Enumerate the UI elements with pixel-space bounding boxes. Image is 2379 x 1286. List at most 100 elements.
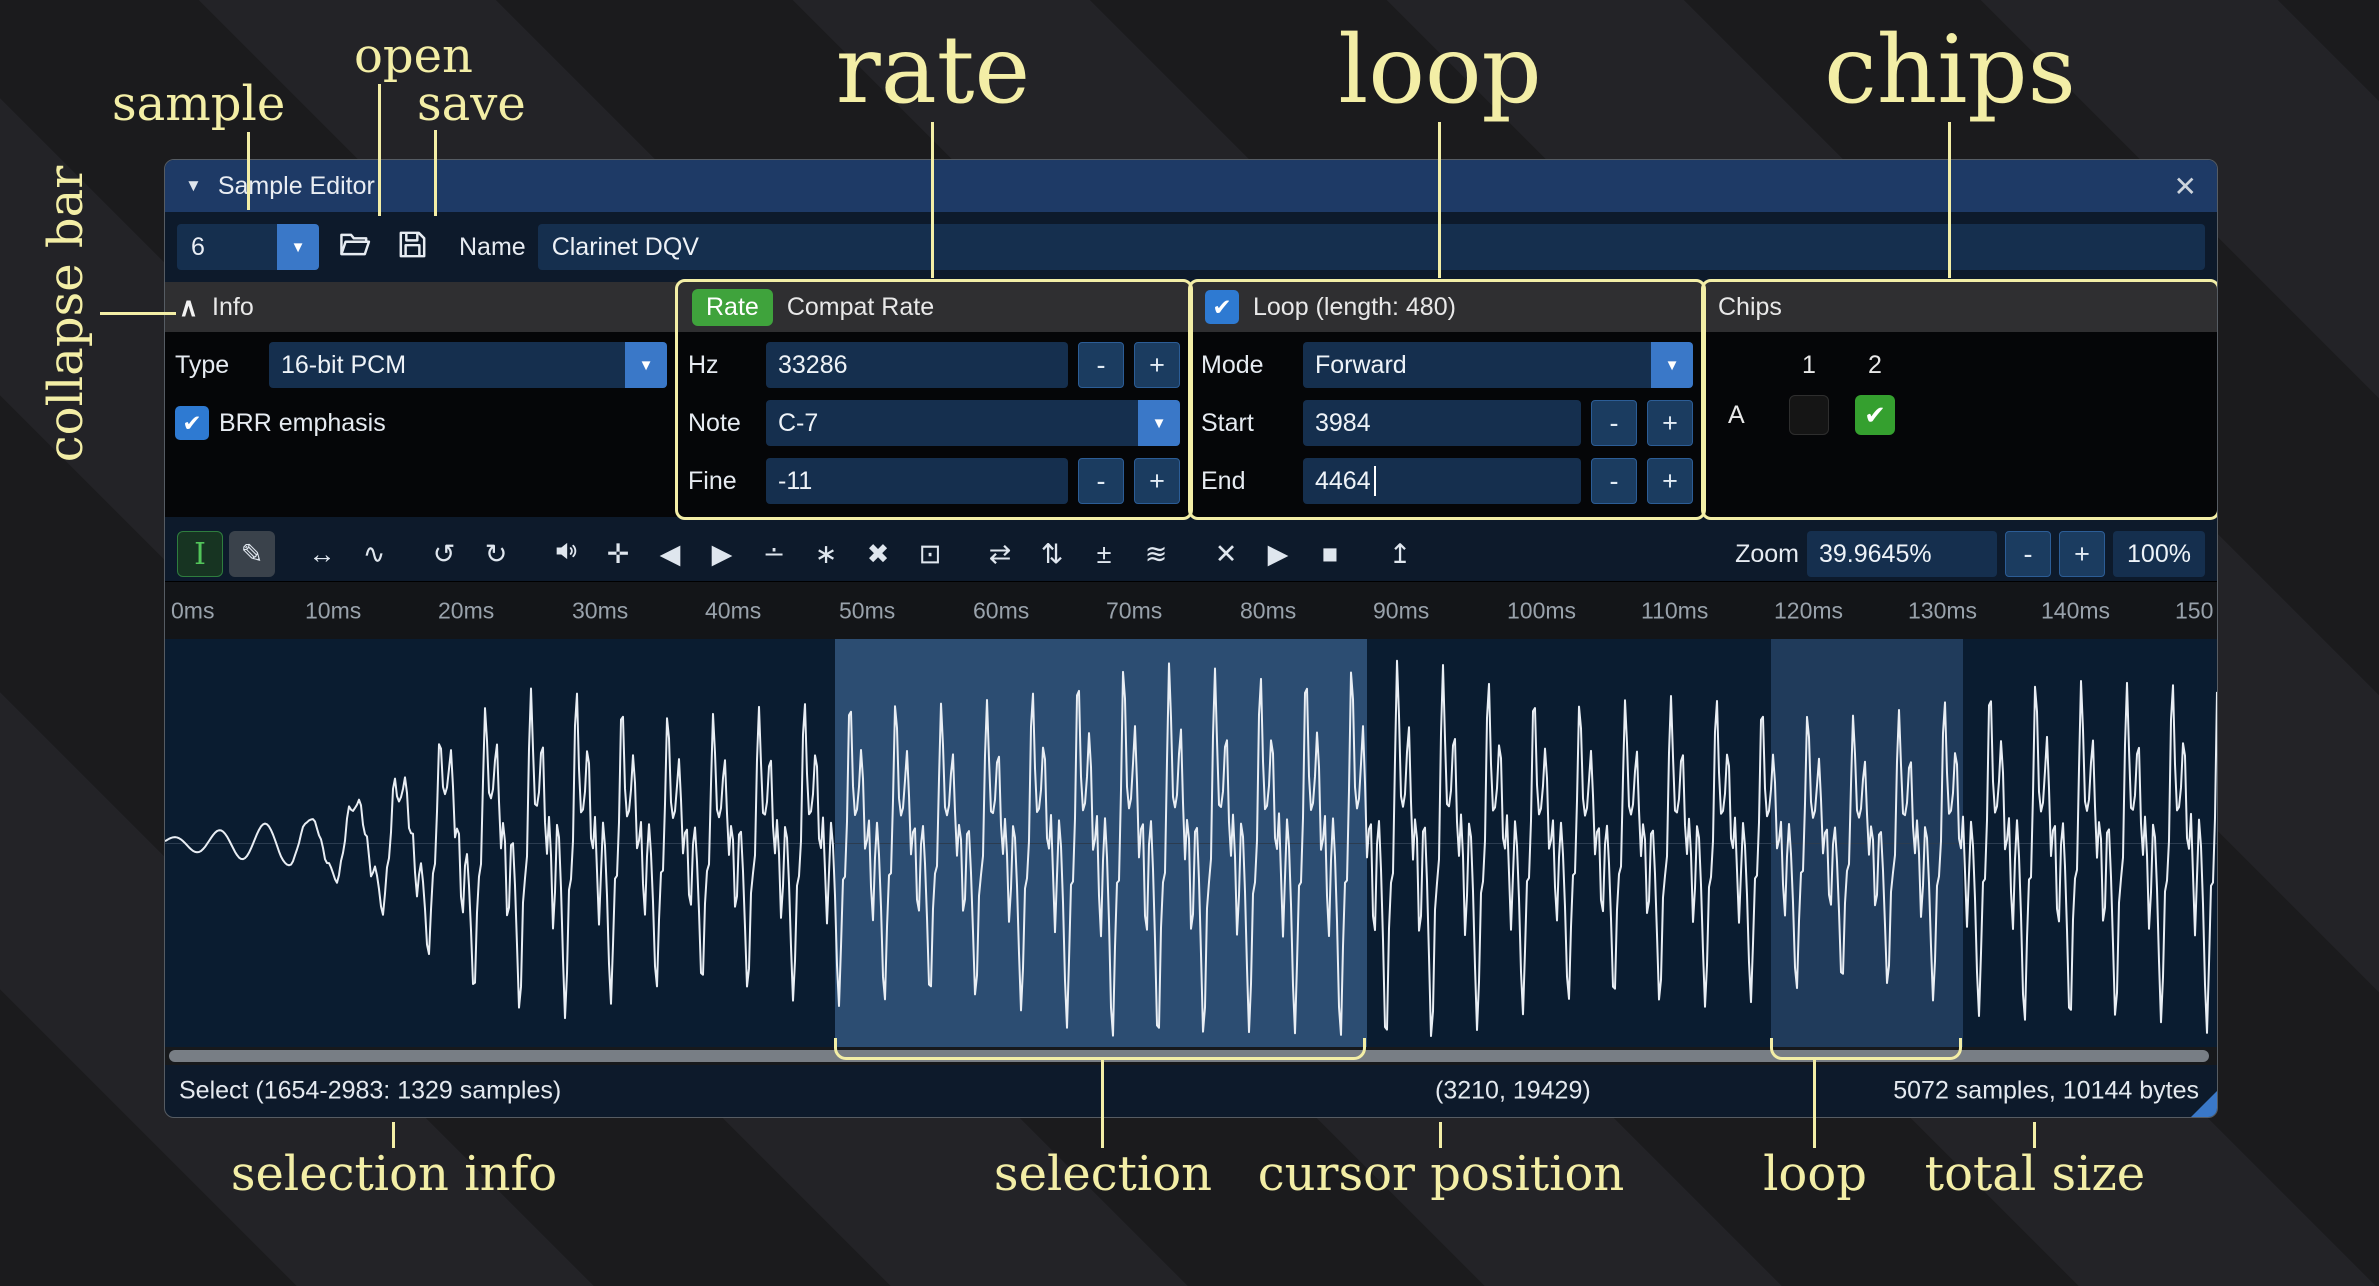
check-icon: ✔ bbox=[182, 410, 201, 437]
loop-end-label: End bbox=[1201, 467, 1293, 496]
collapse-chevron-icon[interactable]: ∧ bbox=[179, 292, 198, 323]
window-resize-grip[interactable] bbox=[2191, 1091, 2217, 1117]
redo-button[interactable]: ↻ bbox=[473, 531, 519, 577]
apply-silence-button[interactable]: ∗ bbox=[803, 531, 849, 577]
hz-decrement-button[interactable]: - bbox=[1078, 342, 1124, 388]
chevron-down-icon[interactable]: ▼ bbox=[1651, 342, 1693, 388]
loop-start-decrement-button[interactable]: - bbox=[1591, 400, 1637, 446]
sample-name-value: Clarinet DQV bbox=[552, 233, 699, 262]
stop-preview-button[interactable]: ■ bbox=[1307, 531, 1353, 577]
sample-number-value: 6 bbox=[177, 224, 277, 270]
property-panels: ∧ Info Type 16-bit PCM ▼ ✔ BRR emphasis bbox=[165, 282, 2217, 517]
waveform-display[interactable] bbox=[165, 639, 2217, 1047]
loop-mode-label: Mode bbox=[1201, 351, 1293, 380]
zoom-in-button[interactable]: + bbox=[2059, 531, 2105, 577]
annotation-connector-line bbox=[1948, 122, 1951, 278]
fade-out-button[interactable]: ▶ bbox=[699, 531, 745, 577]
reverse-button[interactable]: ⇄ bbox=[977, 531, 1023, 577]
filter-wave-icon: ≋ bbox=[1145, 539, 1168, 570]
make-instrument-button[interactable]: ↥ bbox=[1377, 531, 1423, 577]
close-icon[interactable]: ✕ bbox=[2174, 170, 2197, 203]
chip-a1-checkbox[interactable] bbox=[1789, 395, 1829, 435]
edit-mode-button[interactable]: I bbox=[177, 531, 223, 577]
fine-increment-button[interactable]: + bbox=[1134, 458, 1180, 504]
ruler-tick: 50ms bbox=[839, 597, 895, 624]
annotation-connector-line bbox=[100, 312, 176, 315]
redo-icon: ↻ bbox=[485, 539, 508, 570]
annotation-connector-line bbox=[1438, 122, 1441, 278]
ruler-tick: 30ms bbox=[572, 597, 628, 624]
sample-name-field[interactable]: Clarinet DQV bbox=[538, 224, 2205, 270]
loop-end-increment-button[interactable]: + bbox=[1647, 458, 1693, 504]
info-panel-title: Info bbox=[212, 293, 254, 322]
window-collapse-icon[interactable]: ▼ bbox=[185, 176, 202, 196]
normalize-button[interactable]: ✛ bbox=[595, 531, 641, 577]
loop-start-field[interactable]: 3984 bbox=[1303, 400, 1581, 446]
delete-button[interactable]: ✖ bbox=[855, 531, 901, 577]
draw-mode-button[interactable]: ✎ bbox=[229, 531, 275, 577]
amplify-button[interactable] bbox=[543, 531, 589, 577]
loop-mode-dropdown[interactable]: Forward ▼ bbox=[1303, 342, 1693, 388]
annotation-total-size: total size bbox=[1925, 1146, 2145, 1202]
loop-end-decrement-button[interactable]: - bbox=[1591, 458, 1637, 504]
check-icon: ✔ bbox=[1864, 400, 1886, 431]
annotation-connector-line bbox=[2033, 1122, 2036, 1148]
annotation-connector-line bbox=[1101, 1060, 1104, 1148]
zoom-reset-button[interactable]: 100% bbox=[2113, 531, 2205, 577]
rate-mode-badge[interactable]: Rate bbox=[692, 289, 773, 326]
chip-a2-checkbox[interactable]: ✔ bbox=[1855, 395, 1895, 435]
window-titlebar[interactable]: ▼ Sample Editor ✕ bbox=[165, 160, 2217, 212]
chevron-down-icon[interactable]: ▼ bbox=[277, 224, 319, 270]
sample-number-dropdown[interactable]: 6 ▼ bbox=[177, 224, 319, 270]
apply-silence-icon: ∗ bbox=[815, 539, 838, 570]
loop-end-field[interactable]: 4464 bbox=[1303, 458, 1581, 504]
insert-silence-button[interactable]: ∸ bbox=[751, 531, 797, 577]
zoom-field[interactable]: 39.9645% bbox=[1807, 531, 1997, 577]
hz-field[interactable]: 33286 bbox=[766, 342, 1068, 388]
annotation-collapse-bar: collapse bar bbox=[38, 166, 94, 462]
time-ruler[interactable]: 0ms 10ms 20ms 30ms 40ms 50ms 60ms 70ms 8… bbox=[165, 581, 2217, 639]
sample-toolbar: I ✎ ↔ ∿ ↺ ↻ ✛ ◀ ▶ ∸ ∗ ✖ ⊡ ⇄ ⇅ ± ≋ ✕ ▶ ■ … bbox=[165, 527, 2217, 581]
annotation-connector-line bbox=[378, 84, 381, 216]
chip-row-a-label: A bbox=[1720, 401, 1745, 430]
chips-panel: Chips 1 2 A ✔ bbox=[1704, 282, 2217, 517]
open-sample-button[interactable] bbox=[331, 224, 377, 270]
fine-field[interactable]: -11 bbox=[766, 458, 1068, 504]
preview-button[interactable]: ▶ bbox=[1255, 531, 1301, 577]
brr-emphasis-checkbox[interactable]: ✔ bbox=[175, 406, 209, 440]
sample-editor-window: ▼ Sample Editor ✕ 6 ▼ Name Clarinet DQV bbox=[164, 159, 2218, 1118]
loop-enable-checkbox[interactable]: ✔ bbox=[1205, 290, 1239, 324]
invert-button[interactable]: ⇅ bbox=[1029, 531, 1075, 577]
annotation-rate: rate bbox=[836, 16, 1030, 125]
chevron-down-icon[interactable]: ▼ bbox=[1138, 400, 1180, 446]
loop-panel-title: Loop (length: 480) bbox=[1253, 293, 1456, 322]
loop-start-increment-button[interactable]: + bbox=[1647, 400, 1693, 446]
i-beam-icon: I bbox=[194, 537, 206, 572]
rate-panel: Rate Compat Rate Hz 33286 - + Note C-7 ▼ bbox=[678, 282, 1191, 517]
chips-panel-header: Chips bbox=[1704, 282, 2217, 332]
ruler-tick: 10ms bbox=[305, 597, 361, 624]
sign-convert-button[interactable]: ± bbox=[1081, 531, 1127, 577]
floppy-save-icon bbox=[396, 228, 429, 266]
note-dropdown[interactable]: C-7 ▼ bbox=[766, 400, 1180, 446]
zoom-out-button[interactable]: - bbox=[2005, 531, 2051, 577]
crop-icon: ⊡ bbox=[919, 539, 942, 570]
chip-column-1-label: 1 bbox=[1802, 351, 1816, 380]
ruler-tick: 130ms bbox=[1908, 597, 1977, 624]
crossfade-loop-button[interactable]: ✕ bbox=[1203, 531, 1249, 577]
chevron-down-icon[interactable]: ▼ bbox=[625, 342, 667, 388]
undo-button[interactable]: ↺ bbox=[421, 531, 467, 577]
fine-label: Fine bbox=[688, 467, 756, 496]
resample-button[interactable]: ∿ bbox=[351, 531, 397, 577]
ruler-tick: 110ms bbox=[1641, 597, 1708, 624]
trim-button[interactable]: ⊡ bbox=[907, 531, 953, 577]
resize-button[interactable]: ↔ bbox=[299, 531, 345, 577]
save-sample-button[interactable] bbox=[389, 224, 435, 270]
fine-decrement-button[interactable]: - bbox=[1078, 458, 1124, 504]
fade-in-button[interactable]: ◀ bbox=[647, 531, 693, 577]
hz-increment-button[interactable]: + bbox=[1134, 342, 1180, 388]
info-panel-header[interactable]: ∧ Info bbox=[165, 282, 677, 332]
filter-button[interactable]: ≋ bbox=[1133, 531, 1179, 577]
type-dropdown[interactable]: 16-bit PCM ▼ bbox=[269, 342, 667, 388]
loop-panel: ✔ Loop (length: 480) Mode Forward ▼ Star… bbox=[1191, 282, 1704, 517]
